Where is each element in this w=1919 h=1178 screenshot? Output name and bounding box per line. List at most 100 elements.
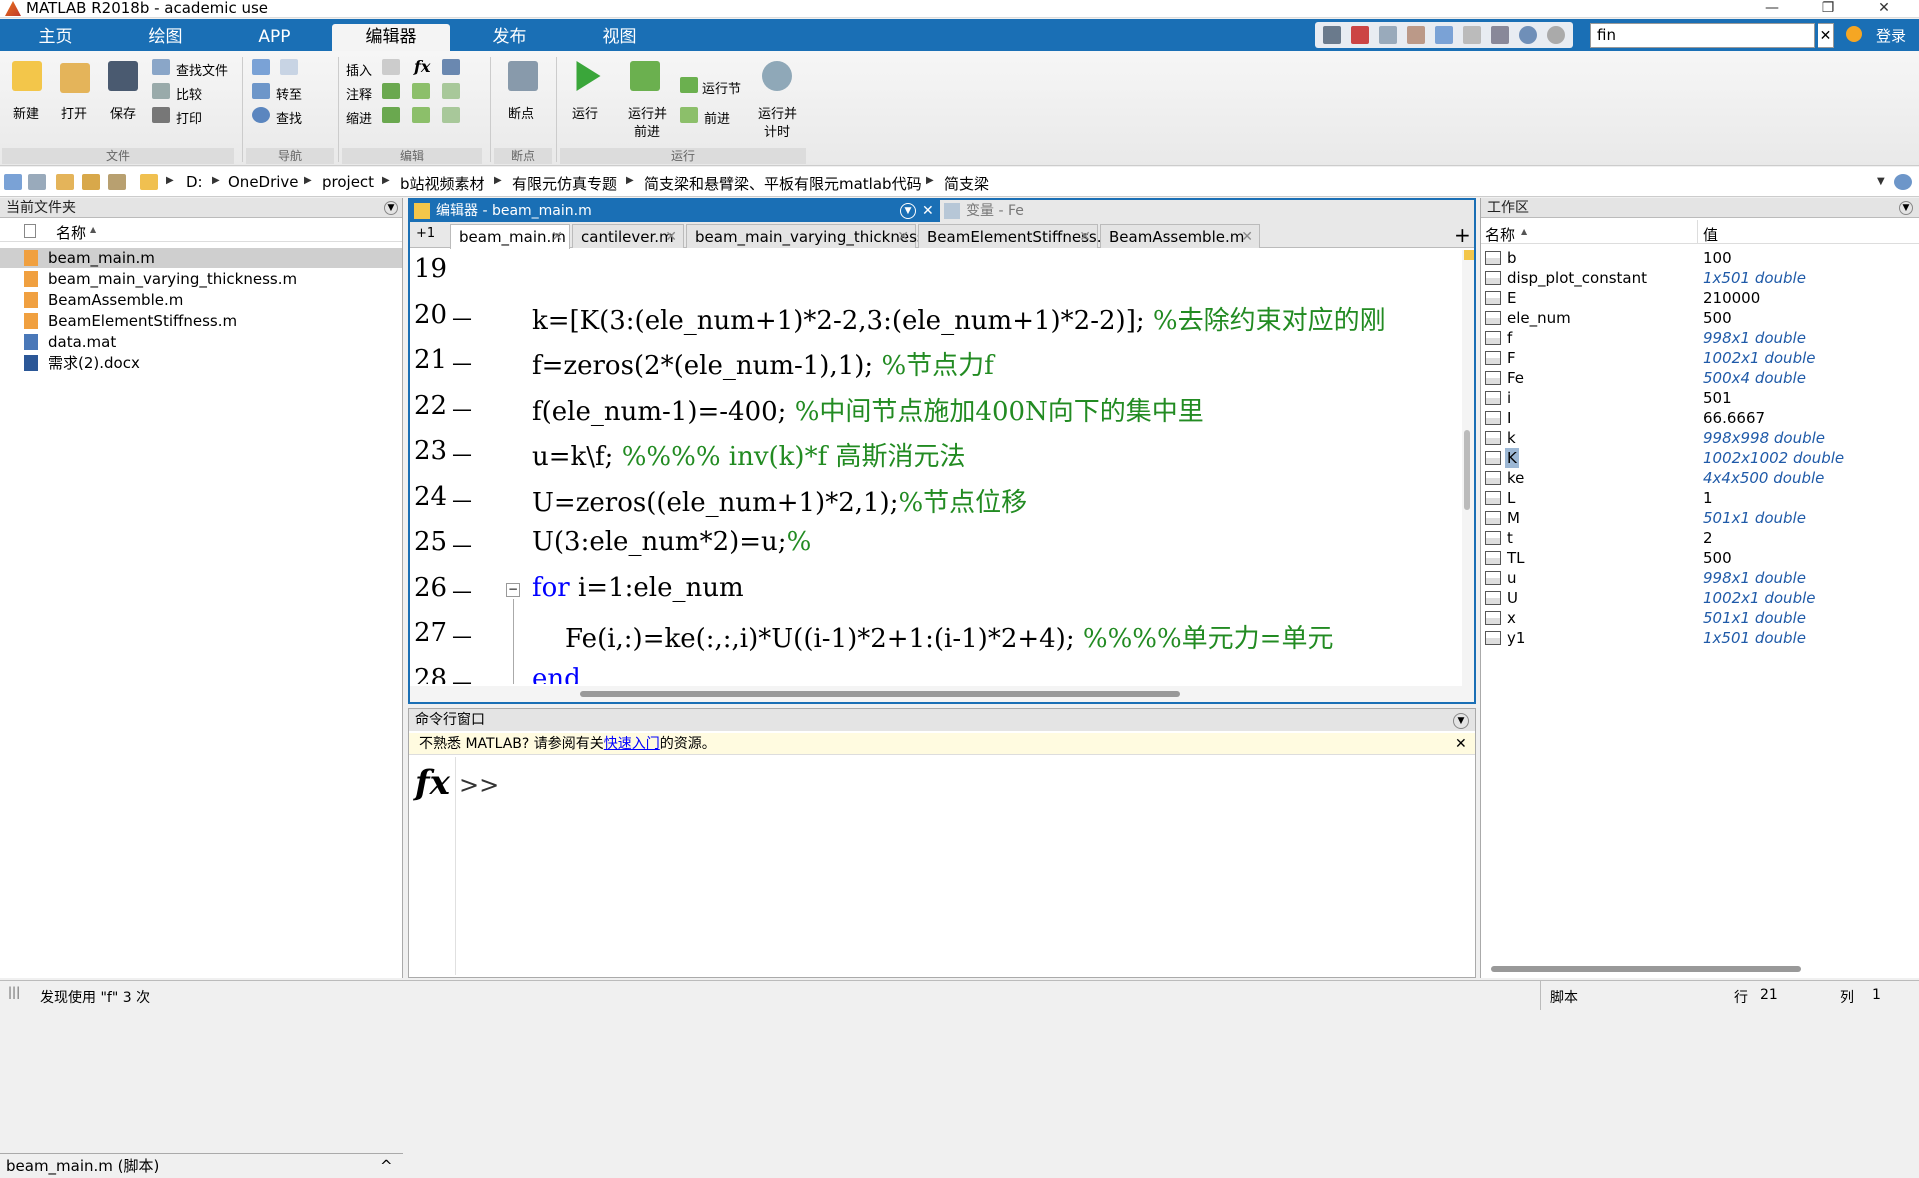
comment-button[interactable]: 注释 (346, 84, 372, 103)
uncomment-icon[interactable] (412, 83, 430, 99)
workspace-variable-row[interactable]: b 100 (1481, 248, 1919, 268)
vertical-scrollbar[interactable] (1462, 250, 1474, 690)
column-value-header[interactable]: 值 (1703, 224, 1718, 245)
open-button-label[interactable]: 打开 (61, 103, 87, 122)
close-button[interactable]: ✕ (1866, 0, 1902, 18)
minimize-button[interactable]: — (1754, 0, 1790, 18)
breakpoint-marker[interactable]: — (452, 306, 472, 330)
address-dropdown-icon[interactable]: ▼ (1877, 176, 1885, 187)
tab-cantilever[interactable]: cantilever.m ✕ (572, 224, 684, 248)
notice-close-button[interactable]: ✕ (1455, 733, 1467, 755)
line-number[interactable]: 19 (414, 254, 447, 284)
find-button[interactable]: 查找 (276, 108, 302, 127)
breakpoint-marker[interactable]: — (452, 533, 472, 557)
switch-windows-icon[interactable] (1491, 26, 1509, 44)
find-icon[interactable] (252, 107, 270, 123)
horizontal-scrollbar[interactable] (410, 686, 1474, 702)
workspace-variable-row[interactable]: u 998x1 double (1481, 568, 1919, 588)
file-list-item[interactable]: BeamAssemble.m (0, 290, 402, 310)
run-and-time-icon[interactable] (762, 61, 792, 91)
workspace-variable-row[interactable]: U 1002x1 double (1481, 588, 1919, 608)
breakpoint-marker[interactable]: — (452, 579, 472, 603)
find-files-icon[interactable] (152, 59, 170, 75)
breakpoint-marker[interactable]: — (452, 442, 472, 466)
insert-button[interactable]: 插入 (346, 60, 372, 79)
panel-menu-icon[interactable]: ▼ (1899, 201, 1913, 215)
breadcrumb-item[interactable]: project (322, 173, 374, 191)
workspace-variable-row[interactable]: ele_num 500 (1481, 308, 1919, 328)
increase-indent-icon[interactable] (412, 107, 430, 123)
tab-beam-assemble[interactable]: BeamAssemble.m ✕ (1100, 224, 1260, 248)
tab-view[interactable]: 视图 (572, 24, 667, 51)
back-icon[interactable] (4, 174, 22, 190)
open-folder-icon[interactable] (60, 63, 90, 93)
line-number[interactable]: 26 (414, 573, 447, 603)
run-and-time-button-line1[interactable]: 运行并 (758, 103, 797, 122)
tab-home[interactable]: 主页 (8, 24, 103, 51)
breadcrumb-item[interactable]: 简支梁和悬臂梁、平板有限元matlab代码 (644, 173, 922, 194)
indent-button[interactable]: 缩进 (346, 108, 372, 127)
undo-icon[interactable] (1435, 26, 1453, 44)
code-line[interactable]: k=[K(3:(ele_num+1)*2-2,3:(ele_num+1)*2-2… (532, 300, 1386, 337)
panel-menu-icon[interactable]: ▼ (1453, 713, 1469, 729)
search-options-icon[interactable] (1547, 26, 1565, 44)
run-button[interactable]: 运行 (572, 103, 598, 122)
run-and-advance-button-line2[interactable]: 前进 (634, 121, 660, 140)
tab-beam-main[interactable]: beam_main.m ✕ (450, 224, 570, 249)
workspace-variable-row[interactable]: Fe 500x4 double (1481, 368, 1919, 388)
variables-tab[interactable]: 变量 - Fe (940, 200, 1474, 222)
file-list-item[interactable]: beam_main.m (0, 248, 402, 268)
breakpoints-icon[interactable] (508, 61, 538, 91)
help-icon[interactable] (1519, 26, 1537, 44)
tab-apps[interactable]: APP (227, 24, 322, 51)
column-name-header[interactable]: 名称 (1485, 224, 1515, 245)
workspace-variable-row[interactable]: k 998x998 double (1481, 428, 1919, 448)
workspace-variable-row[interactable]: I 66.6667 (1481, 408, 1919, 428)
code-line[interactable]: U(3:ele_num*2)=u;% (532, 527, 811, 557)
tab-beam-main-varying-thickness[interactable]: beam_main_varying_thickness.m ✕ (686, 224, 944, 248)
breadcrumb-item[interactable]: OneDrive (228, 173, 299, 191)
insert-function-icon[interactable]: fx (414, 57, 430, 76)
login-link[interactable]: 登录 (1876, 25, 1906, 46)
workspace-variable-row[interactable]: F 1002x1 double (1481, 348, 1919, 368)
breakpoint-marker[interactable]: — (452, 670, 472, 685)
comment-percent-icon[interactable] (382, 83, 400, 99)
workspace-variable-row[interactable]: L1 (1481, 488, 1919, 508)
run-icon[interactable] (576, 61, 601, 91)
file-list-item[interactable]: 需求(2).docx (0, 353, 402, 373)
new-button-label[interactable]: 新建 (13, 103, 39, 122)
search-clear-button[interactable]: ✕ (1818, 23, 1834, 48)
search-folder-icon[interactable] (1894, 174, 1912, 190)
breakpoint-marker[interactable]: — (452, 624, 472, 648)
run-section-icon[interactable] (680, 77, 698, 93)
code-line[interactable]: for i=1:ele_num (532, 573, 744, 603)
restore-button[interactable]: ❐ (1810, 0, 1846, 18)
workspace-variable-row[interactable]: x 501x1 double (1481, 608, 1919, 628)
insert-function-menu-icon[interactable] (442, 59, 460, 75)
workspace-variable-row[interactable]: disp_plot_constant 1x501 double (1481, 268, 1919, 288)
file-list-item[interactable]: beam_main_varying_thickness.m (0, 269, 402, 289)
workspace-variable-row[interactable]: t2 (1481, 528, 1919, 548)
function-browser-icon[interactable]: fx (415, 763, 450, 803)
copy-icon[interactable] (1379, 26, 1397, 44)
workspace-variable-row[interactable]: i 501 (1481, 388, 1919, 408)
redo-icon[interactable] (1463, 26, 1481, 44)
breakpoint-marker[interactable]: — (452, 351, 472, 375)
line-number[interactable]: 21 (414, 345, 447, 375)
find-files-button[interactable]: 查找文件 (176, 60, 228, 79)
horizontal-scroll-thumb[interactable] (1491, 966, 1801, 972)
compare-icon[interactable] (152, 83, 170, 99)
column-name-header[interactable]: 名称 (56, 222, 86, 243)
file-list-item[interactable]: data.mat (0, 332, 402, 352)
code-line[interactable]: f(ele_num-1)=-400; %中间节点施加400N向下的集中里 (532, 391, 1204, 428)
line-number[interactable]: 22 (414, 391, 447, 421)
decrease-indent-icon[interactable] (442, 107, 460, 123)
workspace-variable-row[interactable]: K 1002x1002 double (1481, 448, 1919, 468)
line-number[interactable]: 28 (414, 664, 447, 685)
forward-icon[interactable] (28, 174, 46, 190)
save-button-label[interactable]: 保存 (110, 103, 136, 122)
command-prompt[interactable]: >> (459, 771, 499, 799)
cut-icon[interactable] (1351, 26, 1369, 44)
breakpoints-button[interactable]: 断点 (508, 103, 534, 122)
tab-close-icon[interactable]: ✕ (1079, 225, 1091, 249)
